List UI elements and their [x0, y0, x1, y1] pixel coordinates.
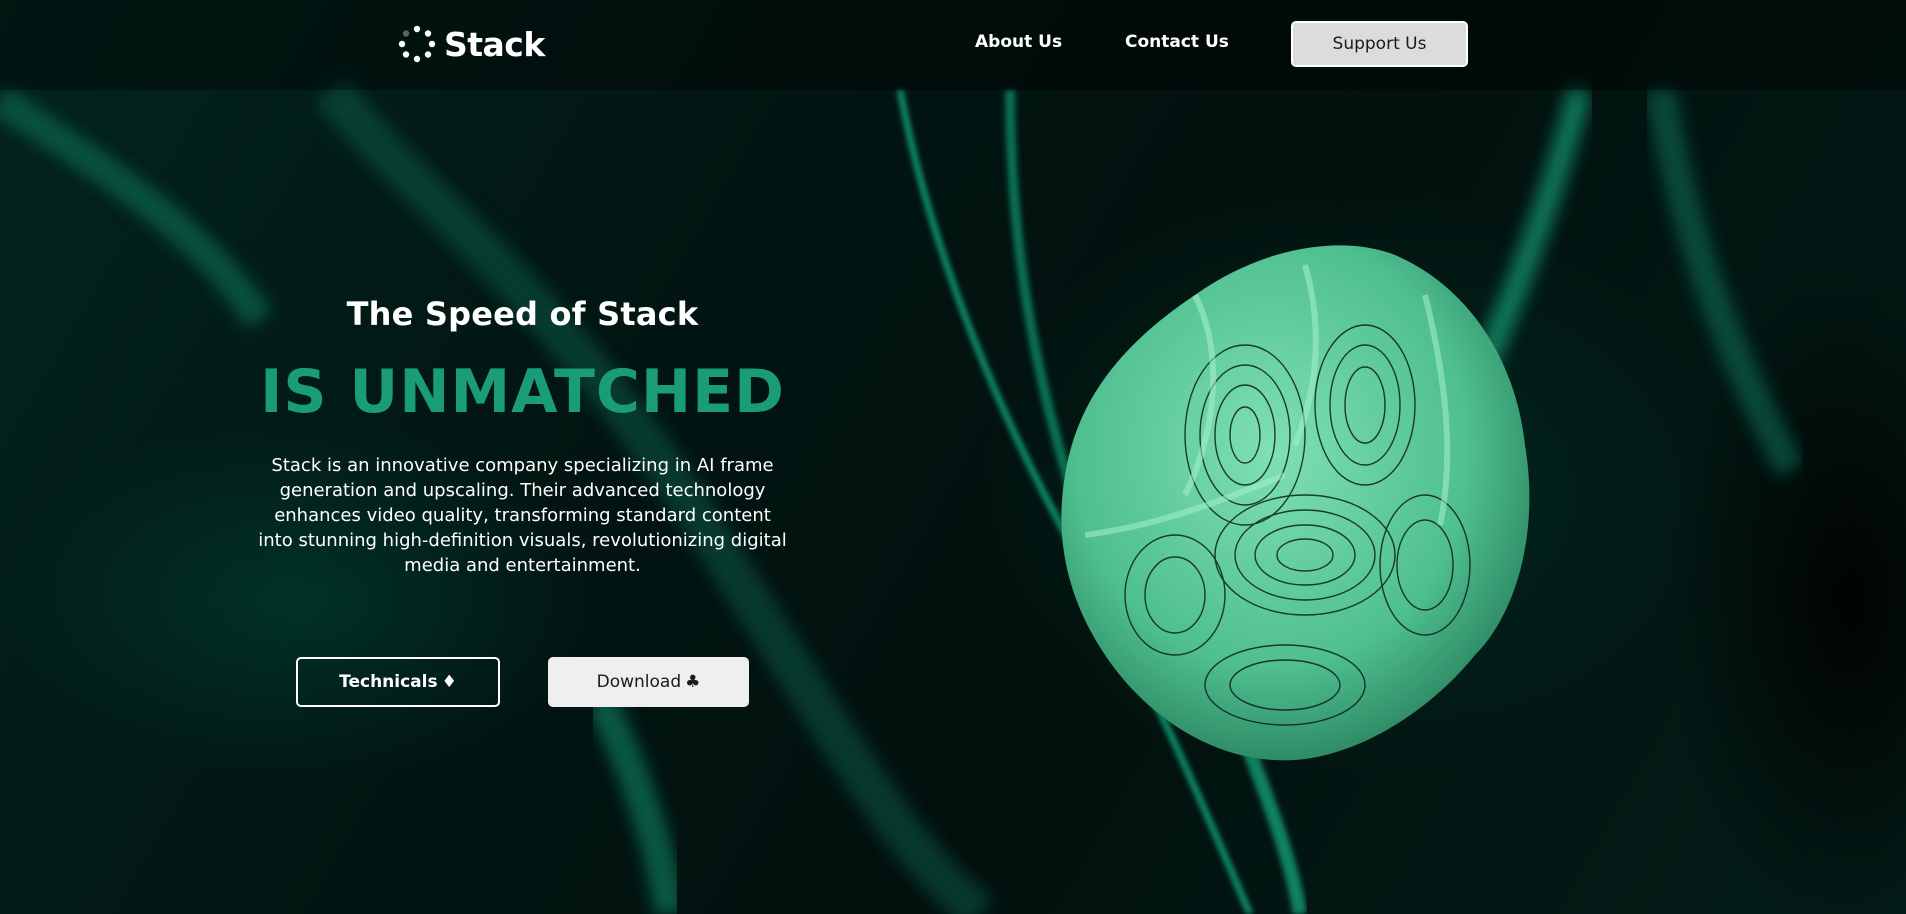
diamond-icon: ♦	[441, 672, 457, 692]
download-label: Download	[596, 672, 682, 692]
nav-about-link[interactable]: About Us	[975, 32, 1062, 52]
abstract-3d-blob-graphic	[1061, 245, 1530, 761]
brand-name: Stack	[444, 24, 545, 64]
technicals-button[interactable]: Technicals ♦	[296, 657, 500, 707]
top-navbar: Stack About Us Contact Us Support Us	[0, 0, 1906, 90]
technicals-label: Technicals	[339, 672, 438, 692]
hero-subtitle: The Speed of Stack	[346, 295, 699, 333]
brand-logo[interactable]: Stack	[398, 24, 545, 64]
spinner-dots-icon	[398, 25, 436, 63]
club-icon: ♣	[685, 672, 701, 692]
nav-contact-link[interactable]: Contact Us	[1125, 32, 1229, 52]
support-us-button[interactable]: Support Us	[1291, 21, 1468, 67]
download-button[interactable]: Download ♣	[548, 657, 749, 707]
hero-description: Stack is an innovative company specializ…	[258, 455, 787, 576]
hero-text-section: The Speed of Stack IS UNMATCHED Stack is…	[250, 295, 795, 578]
hero-title: IS UNMATCHED	[260, 357, 785, 427]
